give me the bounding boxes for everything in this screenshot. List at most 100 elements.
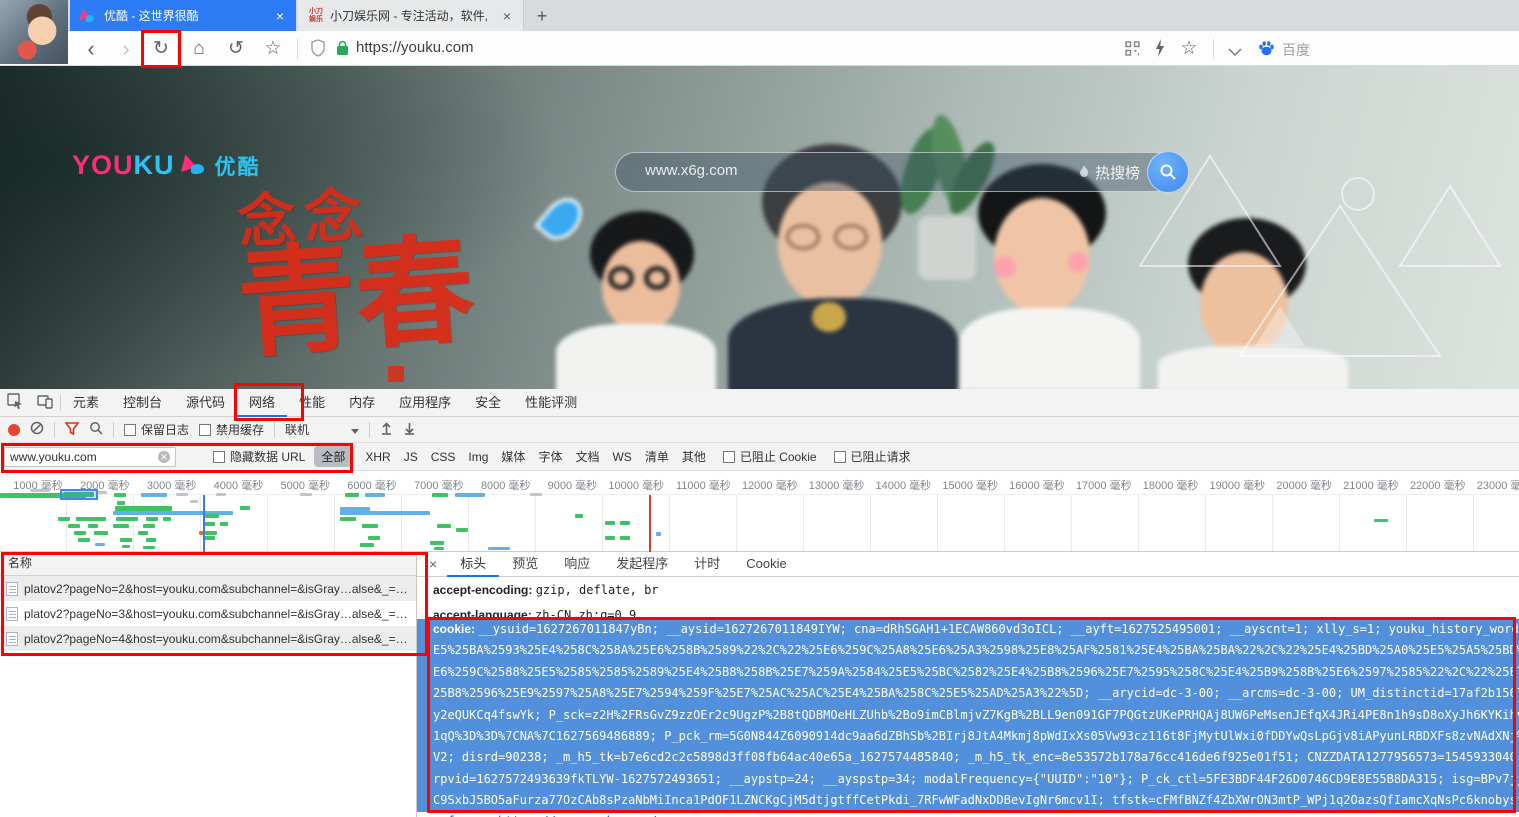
hot-search-link[interactable]: 热搜榜: [1095, 162, 1140, 183]
search-icon[interactable]: [89, 421, 103, 438]
timeline-tick: 23000 毫秒: [1477, 477, 1519, 493]
timeline-tick: 4000 毫秒: [214, 477, 264, 493]
detail-tabbar: × 标头预览响应发起程序计时Cookie: [417, 552, 1519, 577]
cookie-line-6: V2; disrd=90238; _m_h5_tk=b7e6cd2c2c5898…: [417, 747, 1519, 768]
filter-type-9[interactable]: 清单: [645, 448, 669, 465]
cookie-header-selected[interactable]: cookie: __ysuid=1627267011847yBn; __aysi…: [417, 619, 1519, 812]
flame-icon: [1078, 165, 1090, 185]
back-icon[interactable]: ‹: [78, 36, 104, 62]
lightning-icon[interactable]: [1153, 38, 1167, 63]
devtools-tab-7[interactable]: 安全: [463, 389, 513, 417]
filter-funnel-icon[interactable]: [65, 422, 79, 438]
divider: [1213, 39, 1214, 59]
filter-type-2[interactable]: JS: [404, 450, 418, 464]
search-placeholder[interactable]: www.x6g.com: [645, 162, 738, 179]
record-icon[interactable]: [8, 424, 20, 436]
devtools-tab-3[interactable]: 网络: [237, 389, 287, 417]
browser-tab-xiaodao[interactable]: 小刀娱乐 小刀娱乐网 - 专注活动，软件, ×: [298, 0, 524, 31]
filter-type-5[interactable]: 媒体: [501, 448, 525, 465]
cookie-line-1: E5%25BA%2593%25E4%258C%258A%25E6%258B%25…: [417, 640, 1519, 661]
detail-tab-5[interactable]: Cookie: [733, 552, 799, 577]
request-row-0[interactable]: platov2?pageNo=2&host=youku.com&subchann…: [0, 576, 416, 601]
filter-type-8[interactable]: WS: [612, 450, 631, 464]
filter-type-3[interactable]: CSS: [431, 450, 456, 464]
timeline-tick: 7000 毫秒: [414, 477, 464, 493]
devtools-tab-5[interactable]: 内存: [337, 389, 387, 417]
blocked-request-checkbox[interactable]: 已阻止请求: [834, 448, 911, 465]
user-avatar[interactable]: [0, 0, 68, 64]
filter-type-10[interactable]: 其他: [682, 448, 706, 465]
document-icon: [6, 582, 18, 596]
throttling-select[interactable]: 联机: [285, 421, 359, 438]
filter-type-1[interactable]: XHR: [365, 450, 390, 464]
preserve-log-checkbox[interactable]: 保留日志: [124, 421, 189, 438]
detail-tab-2[interactable]: 响应: [551, 552, 603, 577]
browser-tab-youku[interactable]: 优酷 - 这世界很酷 ×: [70, 0, 296, 31]
filter-type-6[interactable]: 字体: [538, 448, 562, 465]
timeline-tick: 15000 毫秒: [942, 477, 998, 493]
baidu-paw-icon[interactable]: [1258, 40, 1275, 62]
hide-data-url-checkbox[interactable]: 隐藏数据 URL: [213, 448, 305, 465]
devtools-tab-4[interactable]: 性能: [287, 389, 337, 417]
cookie-line-0: cookie: __ysuid=1627267011847yBn; __aysi…: [417, 619, 1519, 640]
banner-title: 念念 青春: [236, 178, 477, 364]
import-har-icon[interactable]: [380, 421, 393, 438]
devtools-tab-8[interactable]: 性能评测: [513, 389, 589, 417]
youku-favicon: [80, 9, 96, 23]
detail-tab-1[interactable]: 预览: [499, 552, 551, 577]
reload-icon[interactable]: ↻: [148, 36, 174, 62]
chevron-down-icon[interactable]: [1228, 44, 1242, 62]
request-list-header[interactable]: 名称: [0, 552, 416, 576]
bookmark-star-icon[interactable]: ☆: [260, 36, 286, 62]
filter-input-value: www.youku.com: [10, 450, 97, 464]
filter-type-0[interactable]: 全部: [314, 446, 352, 467]
https-lock-icon[interactable]: [336, 40, 349, 61]
network-toolbar: 保留日志 禁用缓存 联机: [0, 417, 1519, 443]
timeline-tick: 6000 毫秒: [347, 477, 397, 493]
devtools-tab-0[interactable]: 元素: [61, 389, 111, 417]
new-tab-button[interactable]: +: [530, 4, 554, 28]
clear-icon[interactable]: [30, 421, 44, 438]
timeline-tick: 22000 毫秒: [1410, 477, 1466, 493]
forward-icon[interactable]: ›: [113, 36, 139, 62]
timeline-tick: 3000 毫秒: [147, 477, 197, 493]
timeline-tick: 8000 毫秒: [481, 477, 531, 493]
header-line: accept-encoding: gzip, deflate, br: [417, 577, 1519, 602]
favorites-star-icon[interactable]: ☆: [1176, 36, 1202, 62]
cookie-line-2: E6%259C%2588%25E5%2585%2585%2589%25E4%25…: [417, 662, 1519, 683]
timeline-tick: 19000 毫秒: [1210, 477, 1266, 493]
youku-logo[interactable]: YOUKU 优酷: [72, 150, 261, 181]
divider: [297, 39, 298, 59]
baidu-label[interactable]: 百度: [1282, 40, 1310, 60]
search-button[interactable]: [1147, 151, 1189, 193]
qr-code-icon[interactable]: [1125, 41, 1140, 61]
tab-title: 小刀娱乐网 - 专注活动，软件,: [330, 7, 495, 24]
request-row-2[interactable]: platov2?pageNo=4&host=youku.com&subchann…: [0, 626, 416, 651]
close-detail-icon[interactable]: ×: [417, 556, 447, 572]
devtools-tab-2[interactable]: 源代码: [174, 389, 237, 417]
export-har-icon[interactable]: [403, 421, 416, 438]
close-icon[interactable]: ×: [274, 8, 286, 24]
detail-tab-0[interactable]: 标头: [447, 552, 499, 577]
url-text[interactable]: https://youku.com: [356, 39, 474, 56]
devtools-tab-1[interactable]: 控制台: [111, 389, 174, 417]
disable-cache-checkbox[interactable]: 禁用缓存: [199, 421, 264, 438]
filter-type-7[interactable]: 文档: [575, 448, 599, 465]
waterfall-overview[interactable]: [0, 495, 1519, 552]
detail-tab-4[interactable]: 计时: [681, 552, 733, 577]
detail-tab-3[interactable]: 发起程序: [603, 552, 681, 577]
device-toolbar-icon[interactable]: [30, 394, 60, 412]
undo-icon[interactable]: ↺: [223, 36, 249, 62]
logo-you: YOU: [72, 150, 134, 181]
clear-filter-icon[interactable]: ✕: [158, 451, 170, 463]
filter-type-4[interactable]: Img: [468, 450, 488, 464]
inspect-icon[interactable]: [0, 393, 30, 412]
shield-icon[interactable]: [310, 39, 326, 62]
close-icon[interactable]: ×: [501, 8, 513, 24]
home-icon[interactable]: ⌂: [186, 36, 212, 62]
timeline-tick: 1000 毫秒: [13, 477, 63, 493]
request-row-1[interactable]: platov2?pageNo=3&host=youku.com&subchann…: [0, 601, 416, 626]
devtools-tab-6[interactable]: 应用程序: [387, 389, 463, 417]
blocked-cookie-checkbox[interactable]: 已阻止 Cookie: [723, 448, 817, 465]
filter-input[interactable]: www.youku.com ✕: [4, 447, 176, 467]
